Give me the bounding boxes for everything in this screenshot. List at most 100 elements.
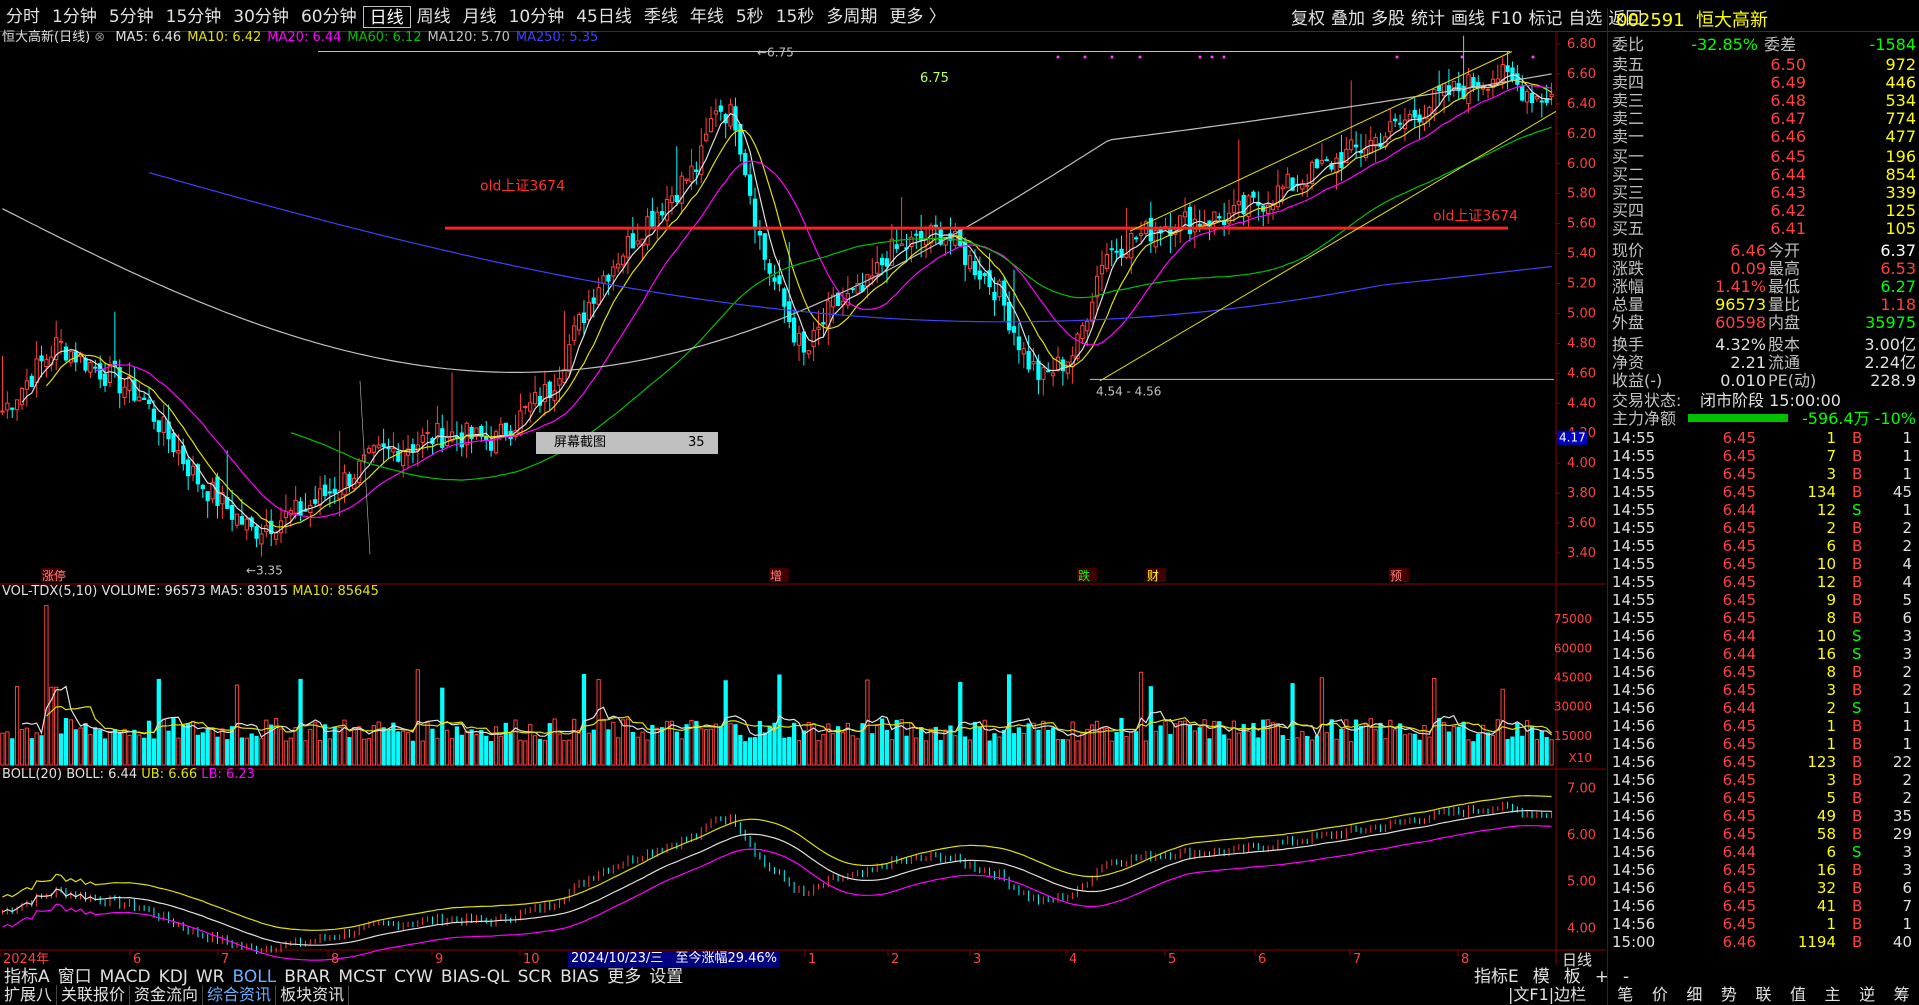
bottom-tab-0[interactable]: 扩展八 xyxy=(0,985,58,1005)
period-tab-2[interactable]: 5分钟 xyxy=(103,6,160,28)
period-tab-8[interactable]: 月线 xyxy=(457,6,503,28)
indicator-tab-1[interactable]: 窗口 xyxy=(54,967,96,987)
candle-body xyxy=(1520,85,1525,101)
tool-button-7[interactable]: 自选 xyxy=(1565,8,1605,30)
bottom-tab-4[interactable]: 板块资讯 xyxy=(276,985,350,1005)
period-tab-6[interactable]: 日线 xyxy=(362,6,411,28)
tick-side: B xyxy=(1852,429,1863,447)
quote-tab-3[interactable]: 势 xyxy=(1721,985,1737,1005)
y-tick-label-4: 6.00 xyxy=(1567,157,1596,172)
volume-bar xyxy=(576,729,582,766)
volume-bar xyxy=(840,731,846,766)
indicator-tab-11[interactable]: BIAS xyxy=(556,967,603,987)
volume-bar xyxy=(879,718,885,766)
volume-bar xyxy=(1349,741,1354,766)
quote-tab-6[interactable]: 主 xyxy=(1825,985,1841,1005)
period-tab-1[interactable]: 1分钟 xyxy=(46,6,103,28)
indicator-tab-8[interactable]: CYW xyxy=(390,967,437,987)
tool-button-5[interactable]: F10 xyxy=(1488,8,1525,30)
candle-body xyxy=(581,312,587,324)
indicator-tab-4[interactable]: WR xyxy=(192,967,229,987)
tick-side: B xyxy=(1852,861,1863,879)
indicator-tab-9[interactable]: BIAS-QL xyxy=(437,967,514,987)
quote-tab-5[interactable]: 值 xyxy=(1790,985,1806,1005)
period-tab-12[interactable]: 年线 xyxy=(684,6,730,28)
indicator-tab-0[interactable]: 指标A xyxy=(0,967,54,987)
tool-button-1[interactable]: 叠加 xyxy=(1328,8,1368,30)
indicator-tab-3[interactable]: KDJ xyxy=(155,967,192,987)
period-tab-11[interactable]: 季线 xyxy=(638,6,684,28)
quote-tab-0[interactable]: 笔 xyxy=(1617,985,1633,1005)
quote-tab-1[interactable]: 价 xyxy=(1652,985,1668,1005)
ma-legend-item-4: MA120: 5.70 xyxy=(427,30,510,45)
indicator-right-2[interactable]: 板 xyxy=(1560,967,1585,987)
volume-bar xyxy=(376,721,381,766)
tick-side: B xyxy=(1852,609,1863,627)
indicator-tab-6[interactable]: BRAR xyxy=(280,967,334,987)
tick-count: 1 xyxy=(1902,429,1912,447)
tick-row: 14:56 6.45 1 B 1 xyxy=(1608,915,1919,933)
volume-bar xyxy=(1197,727,1202,766)
indicator-tab-2[interactable]: MACD xyxy=(96,967,155,987)
period-tab-7[interactable]: 周线 xyxy=(411,6,457,28)
event-marker-0: 涨停 xyxy=(42,568,66,583)
period-tab-9[interactable]: 10分钟 xyxy=(503,6,571,28)
indicator-right-1[interactable]: 模 xyxy=(1529,967,1554,987)
tool-button-6[interactable]: 标记 xyxy=(1525,8,1565,30)
quote-tab-4[interactable]: 联 xyxy=(1755,985,1771,1005)
indicator-tab-12[interactable]: 更多 xyxy=(603,967,645,987)
bottom-tab-3[interactable]: 综合资讯 xyxy=(203,985,277,1005)
candle-body xyxy=(625,236,631,258)
bottom-tab-2[interactable]: 资金流向 xyxy=(130,985,204,1005)
tick-price: 6.45 xyxy=(1722,591,1756,609)
period-tab-0[interactable]: 分时 xyxy=(0,6,46,28)
volume-bar xyxy=(1041,720,1046,766)
quote-tab-2[interactable]: 细 xyxy=(1686,985,1702,1005)
tick-side: B xyxy=(1852,789,1863,807)
tool-button-2[interactable]: 多股 xyxy=(1368,8,1408,30)
indicator-tab-10[interactable]: SCR xyxy=(514,967,556,987)
tick-count: 1 xyxy=(1902,501,1912,519)
tool-button-3[interactable]: 统计 xyxy=(1408,8,1448,30)
tick-volume: 6 xyxy=(1826,843,1836,861)
period-tabs: 分时 1分钟 5分钟 15分钟 30分钟 60分钟 日线 周线 月线 10分钟 45日线 季线 年线 5秒… xyxy=(0,6,952,28)
quote-tab-7[interactable]: 逆 xyxy=(1859,985,1875,1005)
volume-bar xyxy=(137,734,142,766)
indicator-right-0[interactable]: 指标E xyxy=(1470,967,1523,987)
indicator-tab-7[interactable]: MCST xyxy=(334,967,390,987)
high-label: 6.75 xyxy=(920,71,949,86)
period-tab-15[interactable]: 多周期 xyxy=(820,6,883,28)
volume-bar xyxy=(523,740,528,766)
volume-bar xyxy=(1104,727,1110,766)
tick-side: S xyxy=(1852,645,1862,663)
kline-chart-area[interactable]: 6.80 6.60 6.40 6.20 6.00 5.80 5.60 5.40 5.20 5.00… xyxy=(0,32,1606,965)
tick-row: 14:56 6.45 1 B 1 xyxy=(1608,717,1919,735)
period-tab-3[interactable]: 15分钟 xyxy=(160,6,228,28)
period-tab-16[interactable]: 更多 〉 xyxy=(883,6,951,28)
tick-side: B xyxy=(1852,807,1863,825)
volume-bar xyxy=(1050,727,1056,766)
chevron-down-icon[interactable]: ⊗ xyxy=(94,30,105,45)
stat-value: 0.010 xyxy=(1720,371,1766,390)
quote-tab-8[interactable]: 筹 xyxy=(1894,985,1910,1005)
candle-body xyxy=(391,448,396,453)
candle-body xyxy=(1031,361,1036,365)
sidebar-toggle[interactable]: |文F1|边栏 xyxy=(1508,985,1586,1005)
y-tick-label-2: 6.40 xyxy=(1567,97,1596,112)
boll-mid-line xyxy=(2,809,1552,946)
period-tab-4[interactable]: 30分钟 xyxy=(227,6,295,28)
bottom-tab-1[interactable]: 关联报价 xyxy=(57,985,131,1005)
tick-count: 22 xyxy=(1892,753,1912,771)
volume-bar xyxy=(1070,721,1075,766)
tool-button-0[interactable]: 复权 xyxy=(1288,8,1328,30)
period-tab-13[interactable]: 5秒 xyxy=(730,6,770,28)
period-tab-10[interactable]: 45日线 xyxy=(570,6,638,28)
screenshot-tooltip[interactable]: 屏幕截图 35 xyxy=(536,432,718,454)
indicator-tab-13[interactable]: 设置 xyxy=(645,967,687,987)
stat-value: 0.09 xyxy=(1730,259,1766,278)
tool-button-4[interactable]: 画线 xyxy=(1448,8,1488,30)
indicator-tab-5[interactable]: BOLL xyxy=(229,967,281,987)
period-tab-14[interactable]: 15秒 xyxy=(770,6,821,28)
tick-time: 14:56 xyxy=(1612,915,1656,933)
period-tab-5[interactable]: 60分钟 xyxy=(295,6,363,28)
